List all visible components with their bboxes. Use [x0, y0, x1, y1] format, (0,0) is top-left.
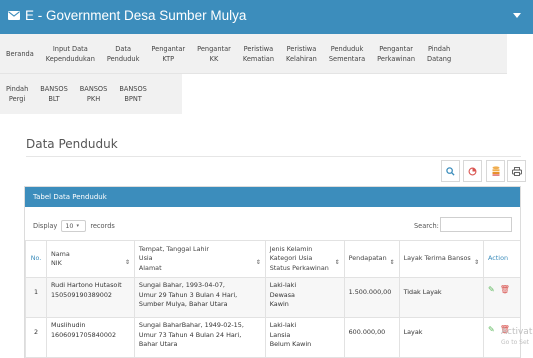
table-row: 2 Muslihudin 1606091705840002 Sungai Bah… — [25, 317, 520, 358]
chevron-down-icon: ▾ — [76, 223, 79, 229]
database-button[interactable] — [486, 160, 505, 182]
menu-item-bansos-blt[interactable]: BANSOS BLT — [34, 74, 74, 114]
title-divider — [26, 156, 521, 157]
menu-item-bansos-pkh[interactable]: BANSOS PKH — [74, 74, 114, 114]
header-ttl[interactable]: Tempat, Tanggal Lahir Usia Alamat ⇕ — [133, 240, 266, 278]
cell-layak: Layak — [398, 317, 485, 358]
sort-icon: ⇕ — [334, 259, 340, 267]
search-icon — [446, 166, 455, 176]
database-icon — [492, 166, 499, 176]
menu-item-peristiwa-kematian[interactable]: Peristiwa Kematian — [237, 34, 280, 74]
panel-title: Tabel Data Penduduk — [25, 187, 520, 207]
sort-icon: ⇕ — [124, 259, 130, 267]
menu-row-1: Beranda Input Data Kependudukan Data Pendu… — [0, 34, 507, 74]
cell-jenis-kelamin: Laki-laki Lansia Belum Kawin — [264, 317, 345, 358]
menu-item-pindah-datang[interactable]: Pindah Datang — [421, 34, 457, 74]
menu-item-bansos-bpnt[interactable]: BANSOS BPNT — [113, 74, 153, 114]
menu-item-input-data[interactable]: Input Data Kependudukan — [40, 34, 101, 74]
envelope-icon — [8, 11, 20, 20]
sort-icon: ⇕ — [474, 259, 480, 267]
caret-down-icon[interactable] — [513, 13, 521, 18]
header-layak[interactable]: Layak Terima Bansos ⇕ — [398, 240, 485, 278]
search-label: Search: — [414, 222, 439, 230]
cell-nama: Muslihudin 1606091705840002 — [45, 317, 135, 358]
cell-jenis-kelamin: Laki-laki Dewasa Kawin — [264, 277, 345, 318]
data-panel: Tabel Data Penduduk Display 10 ▾ records… — [24, 186, 521, 358]
cell-ttl: Sungai BaharBahar, 1949-02-15, Umur 73 T… — [133, 317, 266, 358]
cell-pendapatan: 1.500.000,00 — [343, 277, 400, 318]
page-length-select[interactable]: 10 ▾ — [61, 220, 87, 232]
cell-action: ✎ 🗑 — [483, 277, 520, 318]
header-no[interactable]: No. — [25, 240, 47, 278]
page-title: Data Penduduk — [26, 137, 118, 151]
table-header-row: No. Nama NIK ⇕ Tempat, Tanggal Lahir Usi… — [25, 240, 520, 278]
menu-item-pengantar-perkawinan[interactable]: Pengantar Perkawinan — [371, 34, 421, 74]
menu-item-peristiwa-kelahiran[interactable]: Peristiwa Kelahiran — [280, 34, 323, 74]
records-label: records — [90, 222, 115, 230]
search-input[interactable] — [440, 217, 512, 232]
page-length-value: 10 — [65, 222, 74, 230]
print-button[interactable] — [507, 160, 526, 182]
menu-row-2: Pindah Pergi BANSOS BLT BANSOS PKH BANSOS BP… — [0, 74, 182, 114]
main-menu: Beranda Input Data Kependudukan Data Pendu… — [0, 34, 533, 114]
menu-item-data-penduduk[interactable]: Data Penduduk — [101, 34, 146, 74]
cell-nama: Rudi Hartono Hutasoit 150509190389002 — [45, 277, 135, 318]
penduduk-table: No. Nama NIK ⇕ Tempat, Tanggal Lahir Usi… — [25, 240, 520, 358]
cell-ttl: Sungai Bahar, 1993-04-07, Umur 29 Tahun … — [133, 277, 266, 318]
display-label: Display — [33, 222, 58, 230]
sort-icon: ⇕ — [255, 259, 261, 267]
top-navbar: E - Government Desa Sumber Mulya — [0, 0, 533, 34]
header-pendapatan[interactable]: Pendapatan ⇕ — [343, 240, 400, 278]
cell-pendapatan: 600.000,00 — [343, 317, 400, 358]
chart-button[interactable] — [463, 160, 482, 182]
trash-icon[interactable]: 🗑 — [500, 284, 510, 296]
menu-item-pindah-pergi[interactable]: Pindah Pergi — [0, 74, 34, 114]
pie-chart-icon — [468, 167, 477, 175]
print-icon — [511, 166, 522, 176]
table-row: 1 Rudi Hartono Hutasoit 150509190389002 … — [25, 277, 520, 318]
edit-icon[interactable]: ✎ — [488, 324, 495, 336]
header-nama[interactable]: Nama NIK ⇕ — [45, 240, 135, 278]
records-per-page: Display 10 ▾ records — [33, 220, 115, 232]
header-action: Action — [483, 240, 520, 278]
app-title: E - Government Desa Sumber Mulya — [25, 8, 247, 23]
sort-icon: ⇕ — [389, 259, 395, 267]
header-jenis-kelamin[interactable]: Jenis Kelamin Kategori Usia Status Perka… — [264, 240, 345, 278]
edit-icon[interactable]: ✎ — [488, 284, 495, 296]
search-button[interactable] — [441, 160, 460, 182]
brand[interactable]: E - Government Desa Sumber Mulya — [8, 8, 246, 23]
menu-item-pengantar-ktp[interactable]: Pengantar KTP — [145, 34, 191, 74]
menu-item-pengantar-kk[interactable]: Pengantar KK — [191, 34, 237, 74]
activation-watermark: Activat Go to Set — [501, 327, 533, 346]
cell-layak: Tidak Layak — [398, 277, 485, 318]
menu-item-beranda[interactable]: Beranda — [0, 34, 40, 74]
menu-item-penduduk-sementara[interactable]: Penduduk Sementara — [323, 34, 371, 74]
